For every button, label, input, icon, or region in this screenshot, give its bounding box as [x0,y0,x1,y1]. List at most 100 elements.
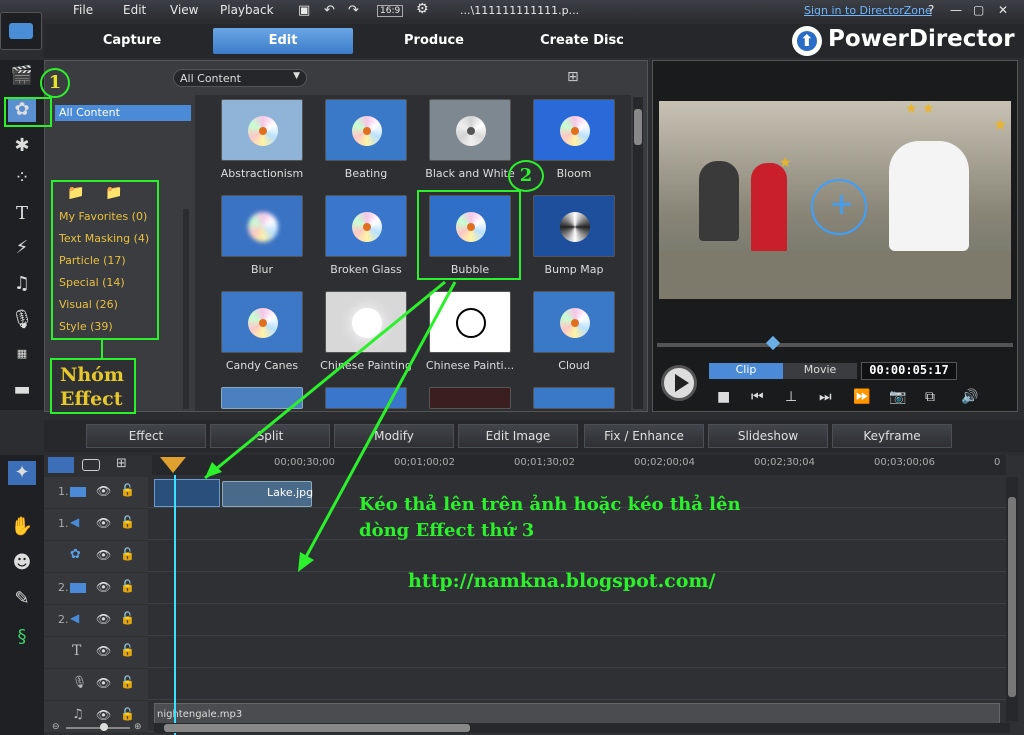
tree-all-content[interactable]: All Content [55,105,191,121]
undo-icon[interactable]: ↶ [324,3,335,18]
volume-icon[interactable]: 🔊 [961,389,978,405]
media-room-icon[interactable]: 🎬 [8,64,36,88]
voice-over-icon[interactable]: 🎙 [8,308,36,332]
timeline-clip-video[interactable] [154,479,220,507]
effect-thumb-chinese-painting-2[interactable] [429,291,511,353]
maximize-button[interactable]: ▢ [973,3,984,17]
zoom-in-icon[interactable]: ⊕ [134,722,142,732]
effect-thumb-abstractionism[interactable] [221,99,303,161]
particle-room-icon[interactable]: ⁘ [8,166,36,190]
magic-wand-icon[interactable]: ✎ [8,587,36,611]
hand-tool-icon[interactable]: ✋ [8,515,36,539]
grid-scrollbar[interactable] [633,97,643,409]
menu-playback[interactable]: Playback [220,3,274,17]
keyframe-button[interactable]: Keyframe [832,424,952,448]
fix-enhance-button[interactable]: Fix / Enhance [584,424,704,448]
save-icon[interactable]: ▣ [298,3,310,18]
subtitle-room-icon[interactable]: ▬ [8,378,36,402]
time-ruler[interactable]: 00;00;30;00 00;01;00;02 00;01;30;02 00;0… [152,455,1006,475]
lock-icon[interactable]: 🔓 [120,611,135,625]
redo-icon[interactable]: ↷ [348,3,359,18]
slideshow-button[interactable]: Slideshow [708,424,828,448]
clip-mode-toggle[interactable]: Clip [709,363,783,379]
visibility-eye-icon[interactable]: 👁 [96,580,111,594]
stop-icon[interactable]: ■ [717,389,730,405]
tab-create-disc[interactable]: Create Disc [522,28,642,54]
zoom-out-icon[interactable]: ⊖ [52,722,60,732]
effect-thumb-cloud[interactable] [533,291,615,353]
effect-thumb-chinese-painting[interactable] [325,291,407,353]
visibility-eye-icon[interactable]: 👁 [96,484,111,498]
audio-mixing-icon[interactable]: ♫ [8,272,36,296]
effect-thumb-beating[interactable] [325,99,407,161]
lock-icon[interactable]: 🔓 [120,707,135,721]
timecode-display[interactable]: 00:00:05:17 [861,362,957,380]
timeline-clip-audio[interactable]: nightengale.mp3 [154,703,1000,725]
menu-view[interactable]: View [170,3,198,17]
lock-icon[interactable]: 🔓 [120,547,135,561]
face-icon[interactable]: ☻ [8,551,36,575]
visibility-eye-icon[interactable]: 👁 [96,676,111,690]
magic-tool-icon[interactable]: ✦ [8,461,36,485]
add-track-icon[interactable]: ⊞ [116,456,127,471]
timeline-view-icon[interactable] [48,457,74,473]
timeline-vertical-scrollbar[interactable] [1006,477,1018,721]
movie-mode-toggle[interactable]: Movie [783,363,857,379]
preview-seekbar[interactable] [657,335,1013,351]
lock-icon[interactable]: 🔓 [120,483,135,497]
chapter-room-icon[interactable]: ▦ [8,342,36,366]
lock-icon[interactable]: 🔓 [120,675,135,689]
edit-image-button[interactable]: Edit Image [458,424,578,448]
title-room-icon[interactable]: T [8,202,36,226]
effect-thumb-blur[interactable] [221,195,303,257]
visibility-eye-icon[interactable]: 👁 [96,548,111,562]
close-button[interactable]: ✕ [998,3,1008,17]
groups-scrollbar[interactable] [183,209,189,409]
effect-thumb-black-and-white[interactable] [429,99,511,161]
visibility-eye-icon[interactable]: 👁 [96,708,111,722]
sort-view-icon[interactable]: ⊞ [567,69,579,85]
next-frame-icon[interactable]: ⏭ [819,389,832,405]
play-button[interactable] [661,365,697,401]
content-filter-dropdown[interactable]: All Content ▼ [173,69,307,87]
effect-thumb-bloom[interactable] [533,99,615,161]
previous-frame-icon[interactable]: ⏮ [751,389,764,405]
signin-link[interactable]: Sign in to DirectorZone [804,4,932,17]
storyboard-view-icon[interactable] [82,459,100,471]
effect-thumb-bump-map[interactable] [533,195,615,257]
effect-thumb-broken-glass[interactable] [325,195,407,257]
effect-thumb-partial[interactable] [221,387,303,409]
effect-thumb-partial[interactable] [533,387,615,409]
fast-forward-icon[interactable]: ⏩ [853,389,870,405]
zoom-slider[interactable]: ⊖ ⊕ [48,722,144,733]
menu-edit[interactable]: Edit [123,3,146,17]
aspect-ratio-selector[interactable]: 16:9 [377,5,404,17]
timeline-horizontal-scrollbar[interactable] [154,723,1010,733]
tab-produce[interactable]: Produce [374,28,494,54]
snapshot-camera-icon[interactable]: 📷 [889,389,906,405]
display-icon[interactable]: ⧉ [925,389,935,405]
minimize-button[interactable]: — [950,3,962,17]
visibility-eye-icon[interactable]: 👁 [96,612,111,626]
lock-icon[interactable]: 🔓 [120,515,135,529]
menu-file[interactable]: File [73,3,93,17]
visibility-eye-icon[interactable]: 👁 [96,516,111,530]
visibility-eye-icon[interactable]: 👁 [96,644,111,658]
help-button[interactable]: ? [928,3,934,17]
scroll-thumb[interactable] [1008,497,1016,697]
tab-capture[interactable]: Capture [72,28,192,54]
tab-edit[interactable]: Edit [213,28,353,54]
seek-handle[interactable] [765,335,781,351]
lock-icon[interactable]: 🔓 [120,579,135,593]
scroll-thumb[interactable] [634,109,642,145]
effect-button[interactable]: Effect [86,424,206,448]
timeline-clip-image[interactable]: Lake.jpg [222,481,313,507]
transition-room-icon[interactable]: ⚡ [8,236,36,260]
modify-button[interactable]: Modify [334,424,454,448]
pip-room-icon[interactable]: ✱ [8,134,36,158]
split-button[interactable]: Split [210,424,330,448]
settings-gear-icon[interactable]: ⚙ [416,1,429,17]
playhead-marker[interactable] [160,457,186,473]
effect-thumb-partial[interactable] [325,387,407,409]
zoom-handle[interactable] [100,723,108,731]
